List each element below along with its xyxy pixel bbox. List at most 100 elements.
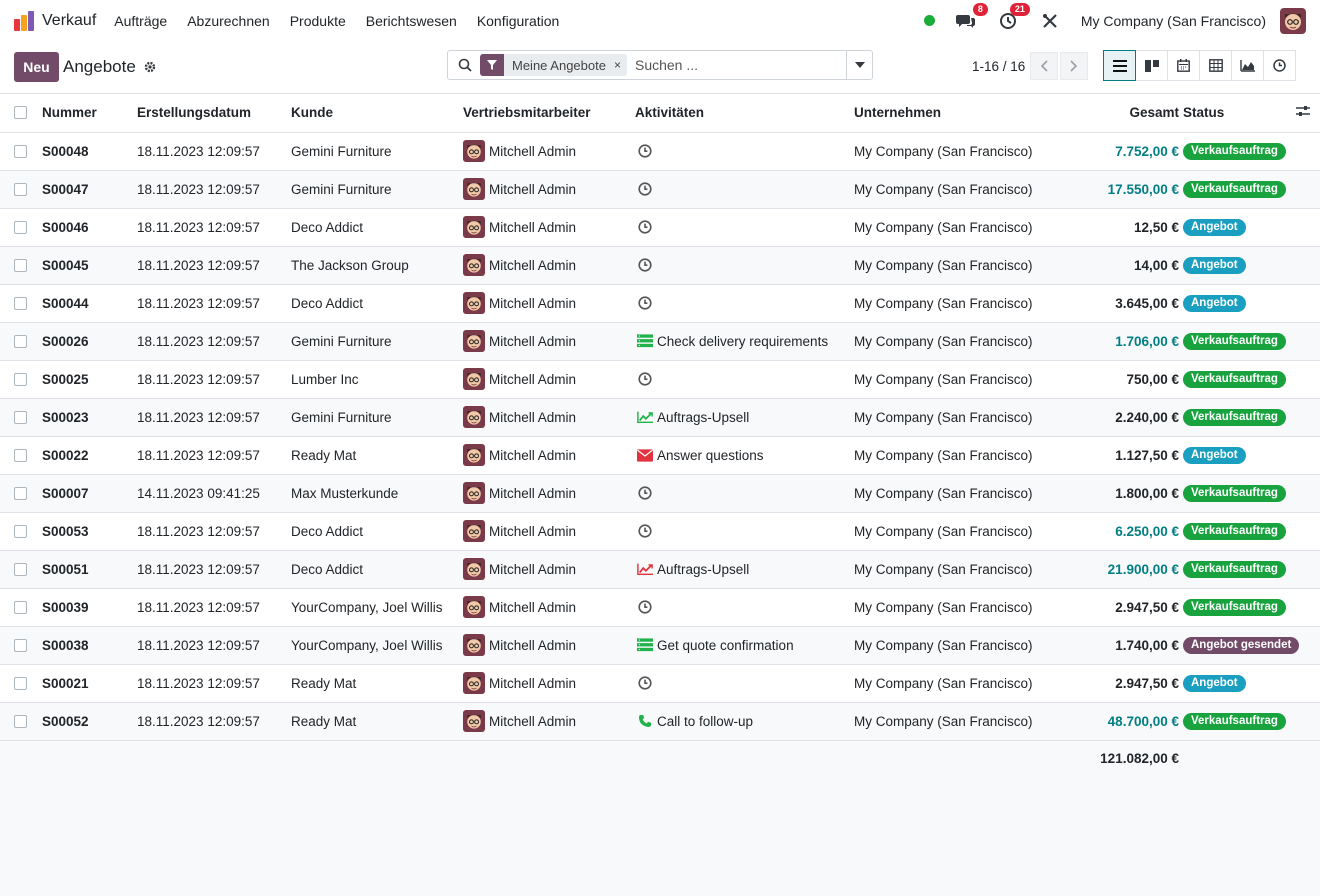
table-row[interactable]: S00048 18.11.2023 12:09:57 Gemini Furnitur… <box>0 132 1320 171</box>
row-checkbox[interactable] <box>14 676 27 690</box>
order-number[interactable]: S00051 <box>42 550 137 589</box>
table-row[interactable]: S00039 18.11.2023 12:09:57 YourCompany, Jo… <box>0 588 1320 627</box>
messages-icon[interactable]: 8 <box>955 2 988 32</box>
order-number[interactable]: S00026 <box>42 322 137 361</box>
order-number[interactable]: S00053 <box>42 512 137 551</box>
salesperson-avatar[interactable] <box>463 444 485 466</box>
clock-icon[interactable] <box>637 523 653 539</box>
table-row[interactable]: S00044 18.11.2023 12:09:57 Deco Addict Mitc… <box>0 284 1320 323</box>
salesperson-avatar[interactable] <box>463 254 485 276</box>
pager-previous-button[interactable] <box>1030 52 1058 80</box>
clock-icon[interactable] <box>637 295 653 311</box>
column-header-total[interactable]: Gesamt <box>1059 94 1183 133</box>
phone-icon[interactable] <box>637 713 653 729</box>
activity-view-button[interactable] <box>1263 50 1296 81</box>
calendar-view-button[interactable] <box>1167 50 1200 81</box>
clock-icon[interactable] <box>637 485 653 501</box>
row-checkbox[interactable] <box>14 448 27 462</box>
column-header-company[interactable]: Unternehmen <box>854 94 1059 133</box>
gear-icon[interactable] <box>144 61 156 73</box>
sales-app-icon[interactable] <box>14 10 34 31</box>
row-checkbox[interactable] <box>14 562 27 576</box>
row-checkbox[interactable] <box>14 144 27 158</box>
row-checkbox[interactable] <box>14 486 27 500</box>
order-number[interactable]: S00052 <box>42 702 137 741</box>
pager-value[interactable]: 1-16 / 16 <box>972 59 1025 74</box>
graph-view-button[interactable] <box>1231 50 1264 81</box>
search-icon[interactable] <box>458 58 472 72</box>
salesperson-avatar[interactable] <box>463 710 485 732</box>
salesperson-avatar[interactable] <box>463 596 485 618</box>
row-checkbox[interactable] <box>14 410 27 424</box>
select-all-checkbox[interactable] <box>14 106 27 120</box>
table-row[interactable]: S00047 18.11.2023 12:09:57 Gemini Furnitur… <box>0 170 1320 209</box>
row-checkbox[interactable] <box>14 258 27 272</box>
clock-icon[interactable] <box>637 143 653 159</box>
column-header-number[interactable]: Nummer <box>42 94 137 133</box>
order-number[interactable]: S00044 <box>42 284 137 323</box>
debug-tools-icon[interactable] <box>1039 10 1061 32</box>
order-number[interactable]: S00022 <box>42 436 137 475</box>
order-number[interactable]: S00048 <box>42 132 137 171</box>
order-number[interactable]: S00038 <box>42 626 137 665</box>
optional-columns-icon[interactable] <box>1296 105 1310 120</box>
clock-icon[interactable] <box>637 181 653 197</box>
company-switcher[interactable]: My Company (San Francisco) <box>1081 13 1266 29</box>
order-number[interactable]: S00045 <box>42 246 137 285</box>
clock-icon[interactable] <box>637 219 653 235</box>
list-view-button[interactable] <box>1103 50 1136 81</box>
clock-icon[interactable] <box>637 599 653 615</box>
table-row[interactable]: S00046 18.11.2023 12:09:57 Deco Addict Mitc… <box>0 208 1320 247</box>
salesperson-avatar[interactable] <box>463 482 485 504</box>
envelope-icon[interactable] <box>637 447 653 463</box>
pager-next-button[interactable] <box>1060 52 1088 80</box>
salesperson-avatar[interactable] <box>463 520 485 542</box>
row-checkbox[interactable] <box>14 600 27 614</box>
table-row[interactable]: S00026 18.11.2023 12:09:57 Gemini Furnitur… <box>0 322 1320 361</box>
tasks-icon[interactable] <box>637 333 653 349</box>
row-checkbox[interactable] <box>14 220 27 234</box>
row-checkbox[interactable] <box>14 296 27 310</box>
column-header-date[interactable]: Erstellungsdatum <box>137 94 291 133</box>
salesperson-avatar[interactable] <box>463 178 485 200</box>
search-input[interactable] <box>632 56 846 74</box>
salesperson-avatar[interactable] <box>463 558 485 580</box>
table-row[interactable]: S00038 18.11.2023 12:09:57 YourCompany, Jo… <box>0 626 1320 665</box>
row-checkbox[interactable] <box>14 638 27 652</box>
table-row[interactable]: S00022 18.11.2023 12:09:57 Ready Mat Mitche… <box>0 436 1320 475</box>
menu-auftraege[interactable]: Aufträge <box>114 13 167 29</box>
table-row[interactable]: S00051 18.11.2023 12:09:57 Deco Addict Mitc… <box>0 550 1320 589</box>
menu-abzurechnen[interactable]: Abzurechnen <box>187 13 270 29</box>
salesperson-avatar[interactable] <box>463 140 485 162</box>
menu-konfiguration[interactable]: Konfiguration <box>477 13 560 29</box>
row-checkbox[interactable] <box>14 334 27 348</box>
salesperson-avatar[interactable] <box>463 672 485 694</box>
activities-clock-icon[interactable]: 21 <box>997 2 1030 32</box>
table-row[interactable]: S00053 18.11.2023 12:09:57 Deco Addict Mitc… <box>0 512 1320 551</box>
order-number[interactable]: S00025 <box>42 360 137 399</box>
clock-icon[interactable] <box>637 371 653 387</box>
salesperson-avatar[interactable] <box>463 634 485 656</box>
column-header-activities[interactable]: Aktivitäten <box>635 94 854 133</box>
order-number[interactable]: S00021 <box>42 664 137 703</box>
upsell-red-icon[interactable] <box>637 561 653 577</box>
order-number[interactable]: S00046 <box>42 208 137 247</box>
order-number[interactable]: S00007 <box>42 474 137 513</box>
column-header-salesperson[interactable]: Vertriebsmitarbeiter <box>463 94 635 133</box>
salesperson-avatar[interactable] <box>463 216 485 238</box>
new-button[interactable]: Neu <box>14 52 59 82</box>
salesperson-avatar[interactable] <box>463 330 485 352</box>
table-row[interactable]: S00025 18.11.2023 12:09:57 Lumber Inc Mitch… <box>0 360 1320 399</box>
row-checkbox[interactable] <box>14 182 27 196</box>
salesperson-avatar[interactable] <box>463 406 485 428</box>
salesperson-avatar[interactable] <box>463 292 485 314</box>
order-number[interactable]: S00023 <box>42 398 137 437</box>
clock-icon[interactable] <box>637 675 653 691</box>
row-checkbox[interactable] <box>14 524 27 538</box>
table-row[interactable]: S00007 14.11.2023 09:41:25 Max Musterkunde… <box>0 474 1320 513</box>
column-header-customer[interactable]: Kunde <box>291 94 463 133</box>
menu-berichtswesen[interactable]: Berichtswesen <box>366 13 457 29</box>
column-header-status[interactable]: Status <box>1183 105 1224 120</box>
table-row[interactable]: S00021 18.11.2023 12:09:57 Ready Mat Mitche… <box>0 664 1320 703</box>
row-checkbox[interactable] <box>14 372 27 386</box>
